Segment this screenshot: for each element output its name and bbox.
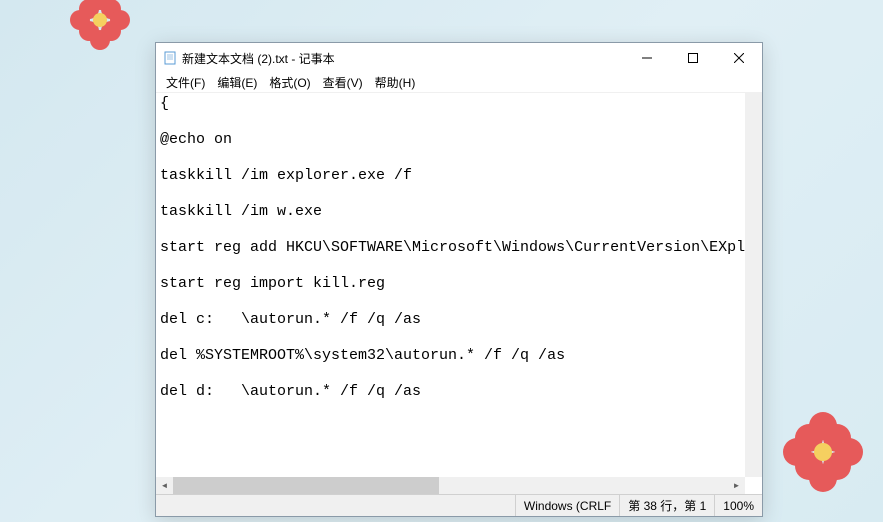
vertical-scrollbar[interactable] bbox=[745, 93, 762, 477]
notepad-icon bbox=[162, 50, 178, 66]
text-line bbox=[160, 257, 741, 275]
status-zoom: 100% bbox=[714, 495, 762, 516]
titlebar[interactable]: 新建文本文档 (2).txt - 记事本 bbox=[156, 43, 762, 73]
text-line bbox=[160, 365, 741, 383]
status-encoding: Windows (CRLF bbox=[515, 495, 619, 516]
window-controls bbox=[624, 43, 762, 73]
scroll-right-button[interactable]: ► bbox=[728, 477, 745, 494]
text-line: start reg import kill.reg bbox=[160, 275, 741, 293]
text-line: start reg add HKCU\SOFTWARE\Microsoft\Wi… bbox=[160, 239, 741, 257]
text-editor[interactable]: { @echo on taskkill /im explorer.exe /f tas… bbox=[156, 93, 745, 477]
menu-file[interactable]: 文件(F) bbox=[160, 72, 211, 93]
status-position: 第 38 行，第 1 bbox=[619, 495, 714, 516]
text-line bbox=[160, 185, 741, 203]
decorative-flower-top bbox=[70, 0, 130, 50]
text-line: taskkill /im w.exe bbox=[160, 203, 741, 221]
menu-view[interactable]: 查看(V) bbox=[317, 72, 369, 93]
scroll-corner bbox=[745, 455, 762, 472]
text-line bbox=[160, 293, 741, 311]
horizontal-scrollbar[interactable]: ◄ ► bbox=[156, 477, 745, 494]
horizontal-scroll-track[interactable] bbox=[173, 477, 728, 494]
text-line: del %SYSTEMROOT%\system32\autorun.* /f /… bbox=[160, 347, 741, 365]
minimize-button[interactable] bbox=[624, 43, 670, 73]
text-line: { bbox=[160, 95, 741, 113]
text-line bbox=[160, 113, 741, 131]
text-line: del d: \autorun.* /f /q /as bbox=[160, 383, 741, 401]
vertical-scroll-thumb[interactable] bbox=[745, 93, 762, 477]
text-line: taskkill /im explorer.exe /f bbox=[160, 167, 741, 185]
status-spacer bbox=[156, 495, 515, 516]
menu-edit[interactable]: 编辑(E) bbox=[211, 72, 263, 93]
content-area: { @echo on taskkill /im explorer.exe /f tas… bbox=[156, 93, 762, 477]
menu-help[interactable]: 帮助(H) bbox=[369, 72, 422, 93]
text-line: @echo on bbox=[160, 131, 741, 149]
decorative-flower-bottom bbox=[783, 412, 863, 492]
statusbar: Windows (CRLF 第 38 行，第 1 100% bbox=[156, 494, 762, 516]
close-button[interactable] bbox=[716, 43, 762, 73]
text-line bbox=[160, 221, 741, 239]
text-line bbox=[160, 329, 741, 347]
text-line: del c: \autorun.* /f /q /as bbox=[160, 311, 741, 329]
horizontal-scroll-thumb[interactable] bbox=[173, 477, 439, 494]
notepad-window: 新建文本文档 (2).txt - 记事本 文件(F) 编辑(E) 格式(O) 查… bbox=[155, 42, 763, 517]
scroll-left-button[interactable]: ◄ bbox=[156, 477, 173, 494]
menubar: 文件(F) 编辑(E) 格式(O) 查看(V) 帮助(H) bbox=[156, 73, 762, 93]
maximize-button[interactable] bbox=[670, 43, 716, 73]
menu-format[interactable]: 格式(O) bbox=[263, 72, 316, 93]
window-title: 新建文本文档 (2).txt - 记事本 bbox=[182, 50, 624, 67]
text-line bbox=[160, 149, 741, 167]
